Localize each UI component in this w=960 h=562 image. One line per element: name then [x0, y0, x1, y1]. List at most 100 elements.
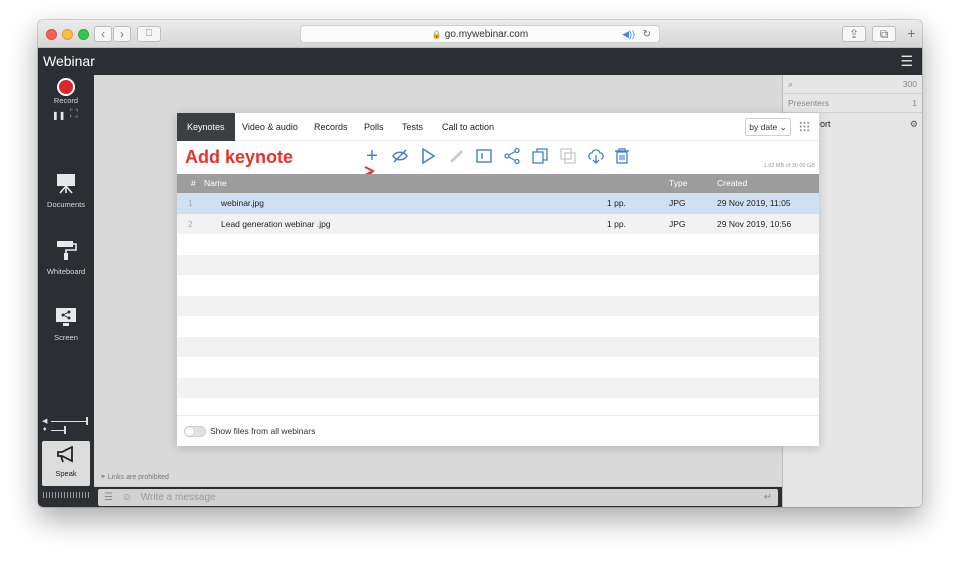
column-created[interactable]: Created	[717, 174, 747, 193]
screen-button[interactable]: Screen	[38, 304, 94, 346]
send-icon[interactable]: ↵	[764, 489, 772, 506]
pause-icon[interactable]: ❚❚	[52, 111, 65, 120]
whiteboard-button[interactable]: Whiteboard	[38, 237, 94, 279]
sort-value: by date	[749, 122, 778, 132]
message-input[interactable]: ☰ ☺ Write a message ↵	[98, 489, 778, 506]
tab-call-to-action[interactable]: Call to action	[432, 113, 504, 141]
speaker-volume-slider[interactable]	[51, 421, 87, 422]
column-type[interactable]: Type	[669, 174, 687, 193]
browser-toolbar: ‹ › ⎕ 🔒 go.mywebinar.com ◀)) ↻ ⇪ ⧉ +	[38, 20, 922, 48]
documents-label: Documents	[47, 200, 85, 209]
tabs-button[interactable]: ⧉	[872, 26, 896, 42]
file-pages: 1 pp.	[607, 218, 626, 229]
play-icon[interactable]	[419, 147, 437, 165]
reload-icon[interactable]: ↻	[643, 26, 651, 43]
show-all-files-toggle[interactable]	[184, 426, 206, 437]
speak-label: Speak	[55, 469, 77, 478]
menu-icon[interactable]: ☰	[900, 53, 913, 70]
maximize-window-dot[interactable]	[78, 29, 89, 40]
easel-icon	[57, 174, 75, 194]
hide-icon[interactable]	[391, 147, 409, 165]
file-created: 29 Nov 2019, 10:56	[717, 218, 792, 229]
file-type: JPG	[669, 218, 686, 229]
speak-button[interactable]: Speak	[42, 441, 90, 486]
record-label: Record	[53, 96, 79, 105]
presenters-row[interactable]: Presenters 1	[783, 94, 922, 113]
chat-menu-icon[interactable]: ☰	[104, 492, 113, 503]
file-pages: 1 pp.	[607, 198, 626, 208]
column-num: #	[191, 178, 196, 188]
file-created: 29 Nov 2019, 11:05	[717, 198, 791, 208]
add-icon[interactable]: +	[363, 146, 381, 166]
mic-icon: ♦	[43, 426, 47, 433]
close-window-dot[interactable]	[46, 29, 57, 40]
share-button[interactable]: ⇪	[842, 26, 866, 42]
dialog-tabs: Keynotes Video & audio Records Polls Tes…	[177, 113, 819, 141]
minimize-window-dot[interactable]	[62, 29, 73, 40]
presenters-label: Presenters	[788, 98, 830, 108]
delete-icon[interactable]	[613, 147, 631, 165]
storage-usage: 1.92 MB of 30.00 GB	[763, 163, 815, 169]
rename-icon[interactable]	[475, 147, 493, 165]
fullscreen-icon[interactable]: ⛶	[70, 108, 78, 121]
participant-count: 300	[902, 79, 917, 89]
speaker-volume-handle[interactable]	[86, 417, 88, 425]
record-button[interactable]: Record	[38, 75, 94, 107]
app-title: Webinar	[43, 53, 95, 69]
volume-control[interactable]: ◀ ♦	[42, 417, 90, 437]
tab-tests[interactable]: Tests	[392, 113, 433, 141]
dialog-footer: Show files from all webinars	[177, 415, 819, 446]
edit-icon[interactable]	[447, 147, 465, 165]
copy-icon[interactable]	[531, 147, 549, 165]
empty-row	[177, 234, 819, 255]
table-row[interactable]: 2 Lead generation webinar .jpg 1 pp. JPG…	[177, 213, 819, 234]
column-name[interactable]: Name	[204, 174, 227, 193]
mic-volume-slider[interactable]	[51, 430, 65, 431]
empty-row	[177, 295, 819, 316]
move-icon[interactable]	[559, 147, 577, 165]
forward-button[interactable]: ›	[113, 26, 131, 42]
download-icon[interactable]	[587, 147, 605, 165]
sort-select[interactable]: by date ⌄	[745, 118, 791, 136]
audio-level-meter	[43, 492, 89, 498]
participants-search-row[interactable]: ⌕ 300	[783, 75, 922, 94]
mic-volume-handle[interactable]	[64, 426, 66, 434]
new-tab-button[interactable]: +	[903, 26, 920, 42]
keynote-toolbar: Add keynote + 1.92 MB of 30.00 GB	[177, 141, 819, 201]
empty-row	[177, 357, 819, 378]
empty-row	[177, 336, 819, 357]
file-type: JPG	[669, 198, 686, 208]
emoji-icon[interactable]: ☺	[122, 492, 132, 503]
empty-row	[177, 398, 819, 415]
url-text: go.mywebinar.com	[444, 29, 529, 40]
whiteboard-label: Whiteboard	[46, 267, 86, 276]
left-sidebar: Record ❚❚ ⛶ Documents Whiteboard Screen …	[38, 75, 94, 507]
tab-polls[interactable]: Polls	[354, 113, 394, 141]
screen-share-icon	[56, 308, 76, 326]
tab-records[interactable]: Records	[304, 113, 358, 141]
screen-label: Screen	[54, 333, 78, 342]
speaker-volume-icon: ◀	[42, 418, 48, 425]
message-bar: ☰ ☺ Write a message ↵	[94, 486, 782, 507]
presenters-count: 1	[912, 98, 917, 108]
row-number: 1	[188, 198, 193, 208]
tab-keynotes[interactable]: Keynotes	[177, 113, 235, 141]
share-icon[interactable]	[503, 147, 521, 165]
sidebar-toggle-button[interactable]: ⎕	[137, 26, 161, 42]
table-row[interactable]: 1 webinar.jpg 1 pp. JPG 29 Nov 2019, 11:…	[177, 193, 819, 214]
speaker-icon[interactable]: ◀))	[622, 26, 635, 43]
app-header: Webinar ☰	[38, 48, 922, 75]
back-button[interactable]: ‹	[94, 26, 112, 42]
gear-icon[interactable]: ⚙	[910, 115, 918, 134]
search-icon[interactable]: ⌕	[788, 79, 793, 89]
message-placeholder: Write a message	[140, 492, 216, 503]
tab-video-audio[interactable]: Video & audio	[232, 113, 308, 141]
lock-icon: 🔒	[431, 30, 442, 39]
address-bar[interactable]: 🔒 go.mywebinar.com ◀)) ↻	[300, 25, 660, 43]
support-label-fragment: ort	[820, 119, 831, 129]
empty-row	[177, 316, 819, 337]
documents-button[interactable]: Documents	[38, 170, 94, 212]
grid-view-icon[interactable]	[799, 121, 810, 132]
empty-row	[177, 254, 819, 275]
empty-row	[177, 377, 819, 398]
